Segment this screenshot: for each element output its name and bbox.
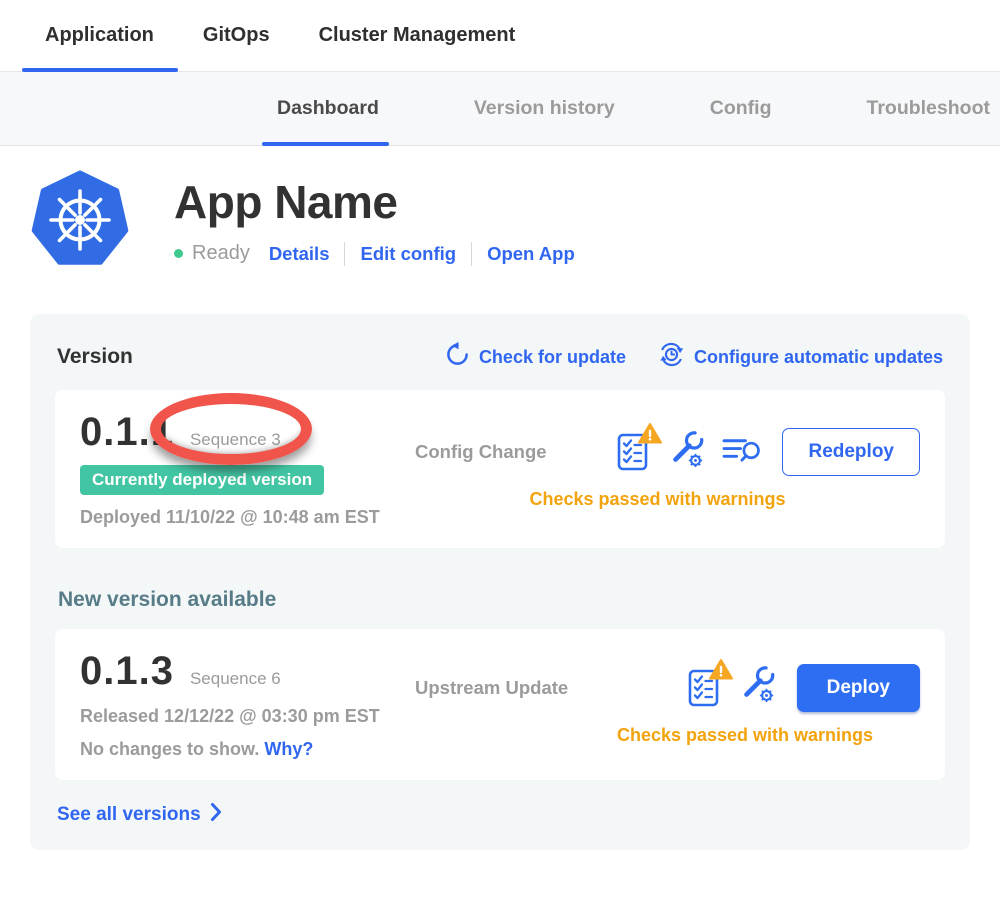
config-wrench-icon[interactable]: [737, 666, 777, 709]
new-version-heading: New version available: [58, 588, 945, 612]
new-version-actions: Upstream Update: [395, 649, 920, 760]
chevron-right-icon: [210, 802, 222, 828]
no-changes-text: No changes to show.: [80, 739, 259, 759]
config-wrench-icon[interactable]: [666, 431, 706, 474]
preflight-checklist-icon[interactable]: [688, 668, 722, 708]
divider: [344, 242, 345, 266]
version-section: Version Check for update: [30, 314, 970, 850]
app-meta: App Name Ready Details Edit config Open …: [174, 175, 575, 266]
change-type-label: Config Change: [415, 441, 547, 463]
version-section-header: Version Check for update: [55, 341, 945, 373]
open-app-link[interactable]: Open App: [487, 243, 575, 265]
current-version-number: 0.1.1: [80, 410, 174, 455]
new-version-number: 0.1.3: [80, 649, 174, 694]
sub-nav: Dashboard Version history Config Trouble…: [0, 72, 1000, 146]
new-version-info: 0.1.3 Sequence 6 Released 12/12/22 @ 03:…: [80, 649, 395, 760]
why-link[interactable]: Why?: [264, 739, 313, 759]
new-version-icons: [688, 666, 777, 709]
divider: [471, 242, 472, 266]
warning-triangle-icon: [709, 659, 733, 685]
checks-status: Checks passed with warnings: [395, 489, 920, 510]
version-actions: Check for update Configure automat: [445, 341, 943, 373]
current-version-sequence: Sequence 3: [190, 430, 281, 450]
refresh-icon: [445, 342, 470, 372]
redeploy-button[interactable]: Redeploy: [782, 428, 920, 476]
configure-auto-updates-link[interactable]: Configure automatic updates: [658, 341, 943, 373]
status-row: Ready Details Edit config Open App: [174, 242, 575, 266]
tab-gitops[interactable]: GitOps: [203, 0, 270, 71]
view-diff-icon[interactable]: [721, 433, 762, 471]
configure-auto-updates-label: Configure automatic updates: [694, 347, 943, 368]
tab-cluster-management[interactable]: Cluster Management: [319, 0, 516, 71]
check-for-update-label: Check for update: [479, 347, 626, 368]
new-version-card: 0.1.3 Sequence 6 Released 12/12/22 @ 03:…: [55, 629, 945, 780]
status-dot-icon: [174, 249, 183, 258]
check-for-update-link[interactable]: Check for update: [445, 342, 626, 372]
tab-dashboard[interactable]: Dashboard: [277, 72, 379, 145]
current-version-info: 0.1.1 Sequence 3 Currently deployed vers…: [80, 410, 395, 528]
app-header: App Name Ready Details Edit config Open …: [0, 146, 1000, 270]
tab-version-history[interactable]: Version history: [474, 72, 615, 145]
top-nav: Application GitOps Cluster Management: [0, 0, 1000, 72]
checks-status: Checks passed with warnings: [395, 725, 920, 746]
currently-deployed-badge: Currently deployed version: [80, 465, 324, 495]
auto-update-clock-icon: [658, 341, 685, 373]
tab-config[interactable]: Config: [710, 72, 772, 145]
current-version-card: 0.1.1 Sequence 3 Currently deployed vers…: [55, 390, 945, 548]
tab-troubleshoot[interactable]: Troubleshoot: [866, 72, 990, 145]
edit-config-link[interactable]: Edit config: [360, 243, 456, 265]
preflight-checklist-icon[interactable]: [617, 432, 651, 472]
warning-triangle-icon: [638, 423, 662, 449]
released-timestamp: Released 12/12/22 @ 03:30 pm EST: [80, 706, 395, 727]
deployed-timestamp: Deployed 11/10/22 @ 10:48 am EST: [80, 507, 395, 528]
page-title: App Name: [174, 175, 575, 229]
see-all-versions-label: See all versions: [57, 804, 201, 826]
see-all-versions-link[interactable]: See all versions: [57, 802, 222, 828]
app-window: Application GitOps Cluster Management Da…: [0, 0, 1000, 898]
deploy-button[interactable]: Deploy: [797, 664, 920, 712]
kubernetes-logo-icon: [30, 170, 130, 270]
details-link[interactable]: Details: [269, 243, 330, 265]
tab-application[interactable]: Application: [45, 0, 154, 71]
current-version-icons: [617, 431, 762, 474]
status-text: Ready: [192, 242, 250, 265]
changes-note: No changes to show. Why?: [80, 739, 395, 760]
new-version-sequence: Sequence 6: [190, 669, 281, 689]
current-version-actions: Config Change: [395, 410, 920, 528]
change-type-label: Upstream Update: [415, 677, 568, 699]
version-title: Version: [57, 345, 133, 369]
